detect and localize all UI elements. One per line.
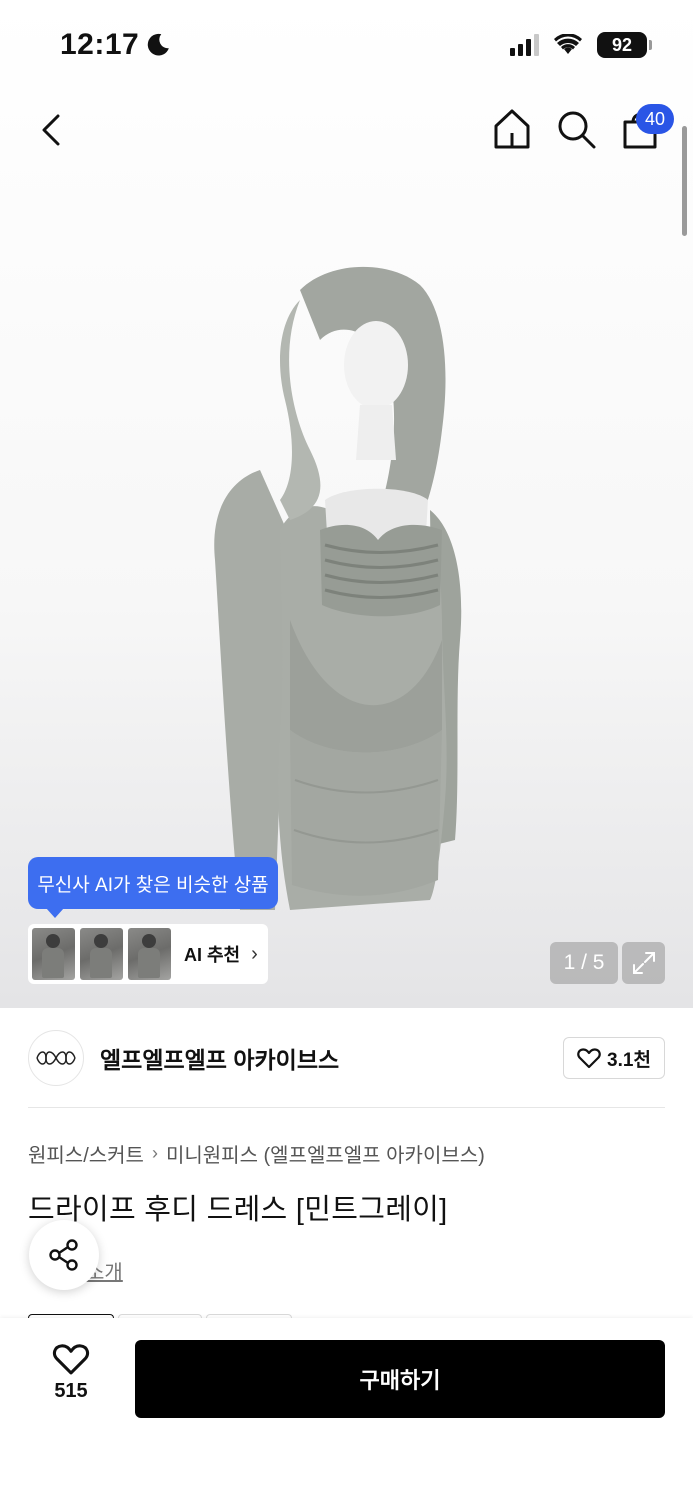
ai-recommend-button[interactable]: AI 추천 › (28, 924, 268, 984)
breadcrumb: 원피스/스커트 › 미니원피스 (엘프엘프엘프 아카이브스) (28, 1139, 485, 1168)
ai-recommend-tooltip: 무신사 AI가 찾은 비슷한 상품 (28, 857, 278, 918)
brand-like-button[interactable]: 3.1천 (563, 1037, 665, 1079)
status-time: 12:17 (60, 28, 171, 62)
breadcrumb-subcategory[interactable]: 미니원피스 (엘프엘프엘프 아카이브스) (166, 1139, 485, 1168)
image-page-indicator: 1 / 5 (550, 942, 618, 984)
expand-image-button[interactable] (622, 942, 665, 984)
scrollbar-thumb[interactable] (682, 126, 687, 236)
bottom-action-bar: 515 구매하기 (0, 1318, 693, 1500)
cart-count-badge: 40 (636, 104, 674, 134)
status-bar: 12:17 92 (0, 0, 693, 95)
back-icon[interactable] (32, 108, 72, 152)
ai-thumbnail (128, 928, 171, 980)
share-button[interactable] (29, 1220, 99, 1290)
battery-indicator: 92 (597, 32, 652, 58)
ai-thumbnail (32, 928, 75, 980)
expand-icon (632, 952, 655, 974)
buy-button[interactable]: 구매하기 (135, 1340, 665, 1418)
heart-icon (52, 1344, 90, 1375)
wishlist-button[interactable]: 515 (40, 1342, 102, 1422)
home-icon[interactable] (490, 106, 534, 152)
brand-row: 엘프엘프엘프 아카이브스 3.1천 (28, 1028, 665, 1088)
moon-icon (148, 33, 170, 56)
ai-recommend-label: AI 추천 (184, 945, 241, 965)
share-icon (49, 1239, 78, 1271)
brand-like-count: 3.1천 (607, 1049, 651, 1071)
chevron-right-icon: › (151, 1143, 158, 1163)
heart-icon (577, 1048, 601, 1069)
ai-thumbnail (80, 928, 123, 980)
brand-logo[interactable] (28, 1030, 84, 1086)
product-title: 드라이프 후디 드레스 [민트그레이] (28, 1194, 448, 1226)
status-indicators: 92 (510, 32, 652, 58)
chevron-right-icon: › (251, 942, 258, 965)
wishlist-count: 515 (54, 1380, 88, 1402)
breadcrumb-category[interactable]: 원피스/스커트 (28, 1139, 144, 1168)
brand-name[interactable]: 엘프엘프엘프 아카이브스 (100, 1041, 339, 1075)
wifi-icon (554, 34, 582, 54)
status-time-text: 12:17 (60, 28, 140, 61)
search-icon[interactable] (554, 106, 598, 152)
divider (28, 1107, 665, 1108)
signal-icon (510, 34, 539, 56)
product-image (214, 266, 462, 910)
